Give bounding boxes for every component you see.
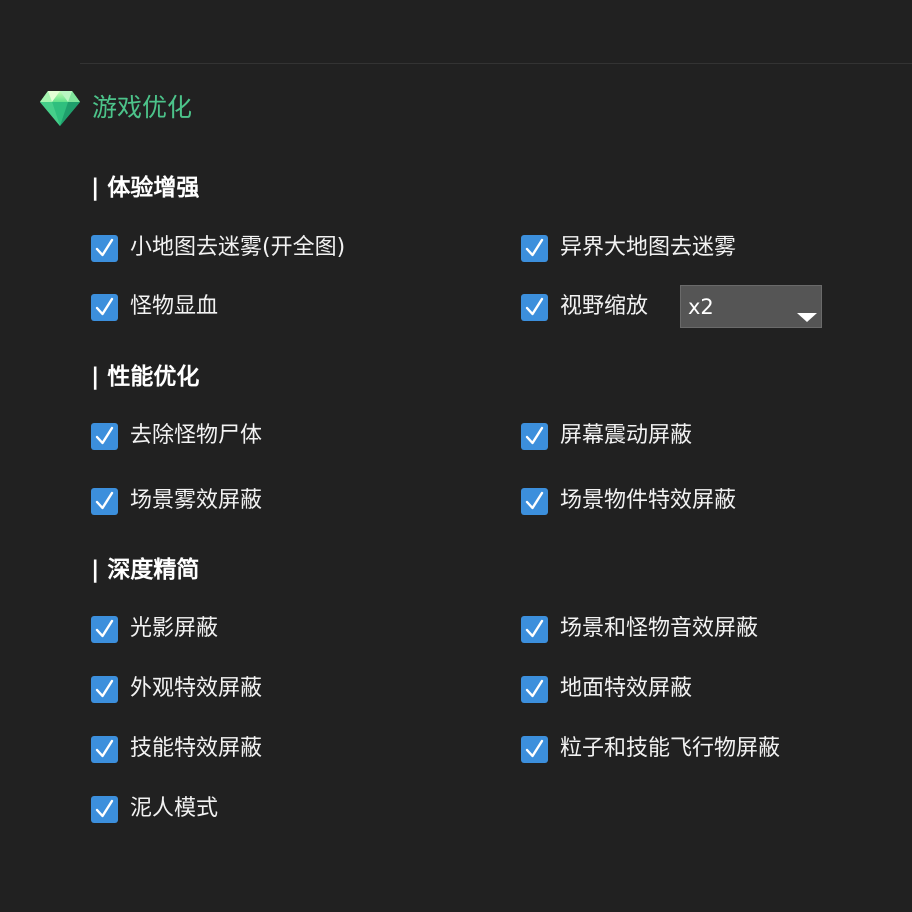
checkbox-checked[interactable] (521, 487, 548, 515)
checkbox-checked[interactable] (521, 234, 548, 262)
top-divider (80, 63, 912, 64)
checkbox-checked[interactable] (91, 422, 118, 450)
option-label: 光影屏蔽 (130, 616, 219, 641)
checkbox-checked[interactable] (91, 675, 118, 703)
checkbox-checked[interactable] (521, 422, 548, 450)
option-skill-effects[interactable]: 技能特效屏蔽 (91, 734, 262, 764)
option-scene-object-effects[interactable]: 场景物件特效屏蔽 (521, 486, 736, 516)
checkbox-checked[interactable] (91, 293, 118, 321)
diamond-icon (40, 91, 80, 126)
option-clay-mode[interactable]: 泥人模式 (91, 794, 218, 824)
option-label: 场景物件特效屏蔽 (560, 488, 737, 513)
zoom-select[interactable]: x2 (680, 285, 822, 328)
option-label: 场景和怪物音效屏蔽 (560, 616, 759, 641)
option-appearance-effects[interactable]: 外观特效屏蔽 (91, 674, 262, 704)
option-remove-corpses[interactable]: 去除怪物尸体 (91, 421, 262, 451)
checkbox-checked[interactable] (91, 795, 118, 823)
option-label: 怪物显血 (130, 294, 219, 319)
checkbox-checked[interactable] (91, 735, 118, 763)
option-label: 场景雾效屏蔽 (130, 488, 263, 513)
game-optimization-panel: 游戏优化 | 体验增强 小地图去迷雾(开全图) 异界大地图去迷雾 怪物显血 视野… (0, 0, 912, 912)
section-title-deep-simplify: | 深度精简 (91, 557, 200, 583)
checkbox-checked[interactable] (91, 487, 118, 515)
option-label: 小地图去迷雾(开全图) (130, 235, 346, 260)
option-scene-fog[interactable]: 场景雾效屏蔽 (91, 486, 262, 516)
option-ground-effects[interactable]: 地面特效屏蔽 (521, 674, 692, 704)
option-label: 视野缩放 (560, 294, 649, 319)
checkbox-checked[interactable] (521, 735, 548, 763)
option-scene-monster-sound[interactable]: 场景和怪物音效屏蔽 (521, 614, 758, 644)
section-title-experience: | 体验增强 (91, 175, 200, 201)
option-label: 技能特效屏蔽 (130, 736, 263, 761)
panel-header: 游戏优化 (38, 86, 192, 130)
option-particles-projectiles[interactable]: 粒子和技能飞行物屏蔽 (521, 734, 780, 764)
option-label: 泥人模式 (130, 796, 219, 821)
option-monster-hp[interactable]: 怪物显血 (91, 292, 218, 322)
checkbox-checked[interactable] (91, 234, 118, 262)
option-screen-shake[interactable]: 屏幕震动屏蔽 (521, 421, 692, 451)
option-world-map-fog[interactable]: 异界大地图去迷雾 (521, 233, 736, 263)
option-minimap-fog[interactable]: 小地图去迷雾(开全图) (91, 233, 345, 263)
option-label: 去除怪物尸体 (130, 423, 263, 448)
chevron-down-icon (797, 313, 817, 322)
zoom-select-value: x2 (688, 295, 714, 319)
section-title-performance: | 性能优化 (91, 364, 200, 390)
option-label: 异界大地图去迷雾 (560, 235, 737, 260)
option-label: 屏幕震动屏蔽 (560, 423, 693, 448)
checkbox-checked[interactable] (521, 615, 548, 643)
option-label: 外观特效屏蔽 (130, 676, 263, 701)
option-label: 粒子和技能飞行物屏蔽 (560, 736, 781, 761)
checkbox-checked[interactable] (521, 675, 548, 703)
option-label: 地面特效屏蔽 (560, 676, 693, 701)
option-view-zoom[interactable]: 视野缩放 (521, 292, 648, 322)
checkbox-checked[interactable] (521, 293, 548, 321)
checkbox-checked[interactable] (91, 615, 118, 643)
panel-title: 游戏优化 (92, 93, 193, 122)
option-light-shadow[interactable]: 光影屏蔽 (91, 614, 218, 644)
